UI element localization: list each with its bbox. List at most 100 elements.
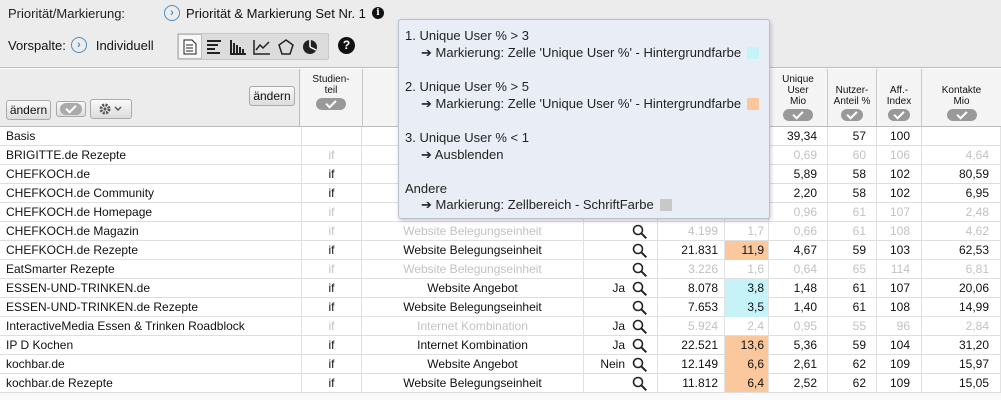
row-details-cell[interactable] bbox=[614, 279, 658, 298]
magnifier-icon[interactable] bbox=[632, 300, 648, 316]
chevron-right-icon[interactable]: › bbox=[70, 37, 87, 53]
row-name: CHEFKOCH.de Homepage bbox=[0, 203, 302, 222]
header-unique-user-mio[interactable]: Unique User Mio bbox=[769, 69, 828, 127]
color-swatch-cyan bbox=[747, 47, 760, 59]
row-unique-user-mio: 1,48 bbox=[769, 279, 828, 298]
row-aff-index: 107 bbox=[877, 203, 922, 222]
chevron-down-icon[interactable] bbox=[841, 109, 863, 121]
pentagon-icon bbox=[278, 38, 294, 55]
magnifier-icon[interactable] bbox=[632, 243, 648, 259]
vbar-view-button[interactable] bbox=[226, 34, 250, 59]
row-details-cell[interactable] bbox=[614, 374, 658, 393]
row-unique-user-mio: 0,95 bbox=[769, 317, 828, 336]
chevron-right-icon[interactable]: › bbox=[164, 5, 180, 21]
vorspalte-value[interactable]: Individuell bbox=[96, 38, 154, 53]
row-kontakte-mio: 62,53 bbox=[922, 241, 1001, 260]
header-kontakte-mio-label: Kontakte Mio bbox=[941, 85, 982, 107]
row-unique-user-pct: 6,4 bbox=[725, 374, 769, 393]
row-aff-index: 106 bbox=[877, 146, 922, 165]
row-name: kochbar.de Rezepte bbox=[0, 374, 302, 393]
table-row[interactable]: kochbar.de Rezepte if Website Belegungsein… bbox=[0, 374, 1001, 393]
chevron-down-icon[interactable] bbox=[888, 109, 910, 121]
pie-view-button[interactable] bbox=[298, 34, 322, 59]
row-studienteil: if bbox=[302, 279, 362, 298]
horizontal-scrollbar[interactable] bbox=[0, 392, 1001, 400]
color-swatch-grey bbox=[659, 199, 672, 211]
row-kontakte-mio: 6,95 bbox=[922, 184, 1001, 203]
header-studienteil[interactable]: Studien- teil bbox=[300, 69, 363, 127]
row-nutzer-anteil: 62 bbox=[828, 355, 877, 374]
row-unique-user-mio: 5,36 bbox=[769, 336, 828, 355]
magnifier-icon[interactable] bbox=[632, 224, 648, 240]
rule-2: 2. Unique User % > 5 bbox=[405, 79, 529, 94]
line-view-button[interactable] bbox=[250, 34, 274, 59]
chevron-down-icon[interactable] bbox=[783, 109, 813, 121]
row-aff-index: 114 bbox=[877, 260, 922, 279]
priority-value[interactable]: Priorität & Markierung Set Nr. 1 bbox=[186, 6, 366, 21]
row-details-cell[interactable] bbox=[614, 241, 658, 260]
table-row[interactable]: ESSEN-UND-TRINKEN.de if Website Angebot Ja 8… bbox=[0, 279, 1001, 298]
row-details-cell[interactable] bbox=[614, 317, 658, 336]
row-unique-user-pct: 1,6 bbox=[725, 260, 769, 279]
row-details-cell[interactable] bbox=[614, 260, 658, 279]
row-einheit: Website Belegungseinheit bbox=[362, 241, 584, 260]
header-nutzer-anteil[interactable]: Nutzer- Anteil % bbox=[828, 69, 877, 127]
chevron-down-icon[interactable] bbox=[316, 98, 346, 110]
table-row[interactable]: CHEFKOCH.de Magazin if Website Belegungsei… bbox=[0, 222, 1001, 241]
rule-3-action: ➔ Ausblenden bbox=[421, 147, 504, 162]
table-row[interactable]: EatSmarter Rezepte if Website Belegungsein… bbox=[0, 260, 1001, 279]
table-row[interactable]: IP D Kochen if Internet Kombination Ja 22.52… bbox=[0, 336, 1001, 355]
row-kontakte-mio: 80,59 bbox=[922, 165, 1001, 184]
row-details-cell[interactable] bbox=[614, 298, 658, 317]
table-row[interactable]: ESSEN-UND-TRINKEN.de Rezepte if Website Be… bbox=[0, 298, 1001, 317]
row-unique-user-mio: 0,66 bbox=[769, 222, 828, 241]
row-name: ESSEN-UND-TRINKEN.de Rezepte bbox=[0, 298, 302, 317]
header-kontakte-mio[interactable]: Kontakte Mio bbox=[922, 69, 1001, 127]
row-unique-user-mio: 0,69 bbox=[769, 146, 828, 165]
settings-button[interactable] bbox=[90, 99, 132, 119]
column-controls: ändern ändern bbox=[0, 69, 300, 127]
priority-selector[interactable]: › Priorität & Markierung Set Nr. 1 i bbox=[164, 5, 384, 21]
hbar-view-button[interactable] bbox=[202, 34, 226, 59]
row-unique-user-mio: 0,96 bbox=[769, 203, 828, 222]
row-unique-user-mio: 1,40 bbox=[769, 298, 828, 317]
collapse-button[interactable] bbox=[56, 101, 86, 117]
row-brutto: 22.521 bbox=[658, 336, 725, 355]
row-nutzer-anteil: 60 bbox=[828, 146, 877, 165]
header-aff-index-label: Aff.- Index bbox=[886, 85, 912, 107]
row-details-cell[interactable] bbox=[614, 222, 658, 241]
row-details-cell[interactable] bbox=[614, 336, 658, 355]
row-name: CHEFKOCH.de Community bbox=[0, 184, 302, 203]
header-aff-index[interactable]: Aff.- Index bbox=[877, 69, 922, 127]
rule-1-action-text: ➔ Markierung: Zelle 'Unique User %' - Hi… bbox=[421, 45, 742, 60]
magnifier-icon[interactable] bbox=[632, 357, 648, 373]
rule-3: 3. Unique User % < 1 bbox=[405, 130, 529, 145]
info-icon[interactable]: i bbox=[371, 7, 384, 19]
magnifier-icon[interactable] bbox=[632, 319, 648, 335]
document-view-button[interactable] bbox=[178, 34, 202, 59]
row-aff-index: 108 bbox=[877, 298, 922, 317]
row-aff-index: 102 bbox=[877, 165, 922, 184]
row-einheit: Internet Kombination bbox=[362, 317, 584, 336]
row-kontakte-mio: 4,62 bbox=[922, 222, 1001, 241]
change-button[interactable]: ändern bbox=[6, 100, 51, 120]
help-icon[interactable]: ? bbox=[338, 37, 355, 54]
magnifier-icon[interactable] bbox=[632, 281, 648, 297]
radar-view-button[interactable] bbox=[274, 34, 298, 59]
magnifier-icon[interactable] bbox=[632, 262, 648, 278]
table-row[interactable]: InteractiveMedia Essen & Trinken Roadblo… bbox=[0, 317, 1001, 336]
chevron-down-icon[interactable] bbox=[946, 109, 977, 121]
magnifier-icon[interactable] bbox=[632, 338, 648, 354]
view-switcher bbox=[177, 33, 329, 60]
row-name: EatSmarter Rezepte bbox=[0, 260, 302, 279]
magnifier-icon[interactable] bbox=[632, 376, 648, 392]
row-nutzer-anteil: 59 bbox=[828, 241, 877, 260]
table-row[interactable]: kochbar.de if Website Angebot Nein 12.149 6,6… bbox=[0, 355, 1001, 374]
row-brutto: 4.199 bbox=[658, 222, 725, 241]
row-brutto: 5.924 bbox=[658, 317, 725, 336]
row-nutzer-anteil: 58 bbox=[828, 165, 877, 184]
row-details-cell[interactable] bbox=[614, 355, 658, 374]
table-row[interactable]: CHEFKOCH.de Rezepte if Website Belegungsei… bbox=[0, 241, 1001, 260]
change-button-top[interactable]: ändern bbox=[249, 86, 295, 106]
bar-chart-vertical-icon bbox=[230, 39, 246, 55]
